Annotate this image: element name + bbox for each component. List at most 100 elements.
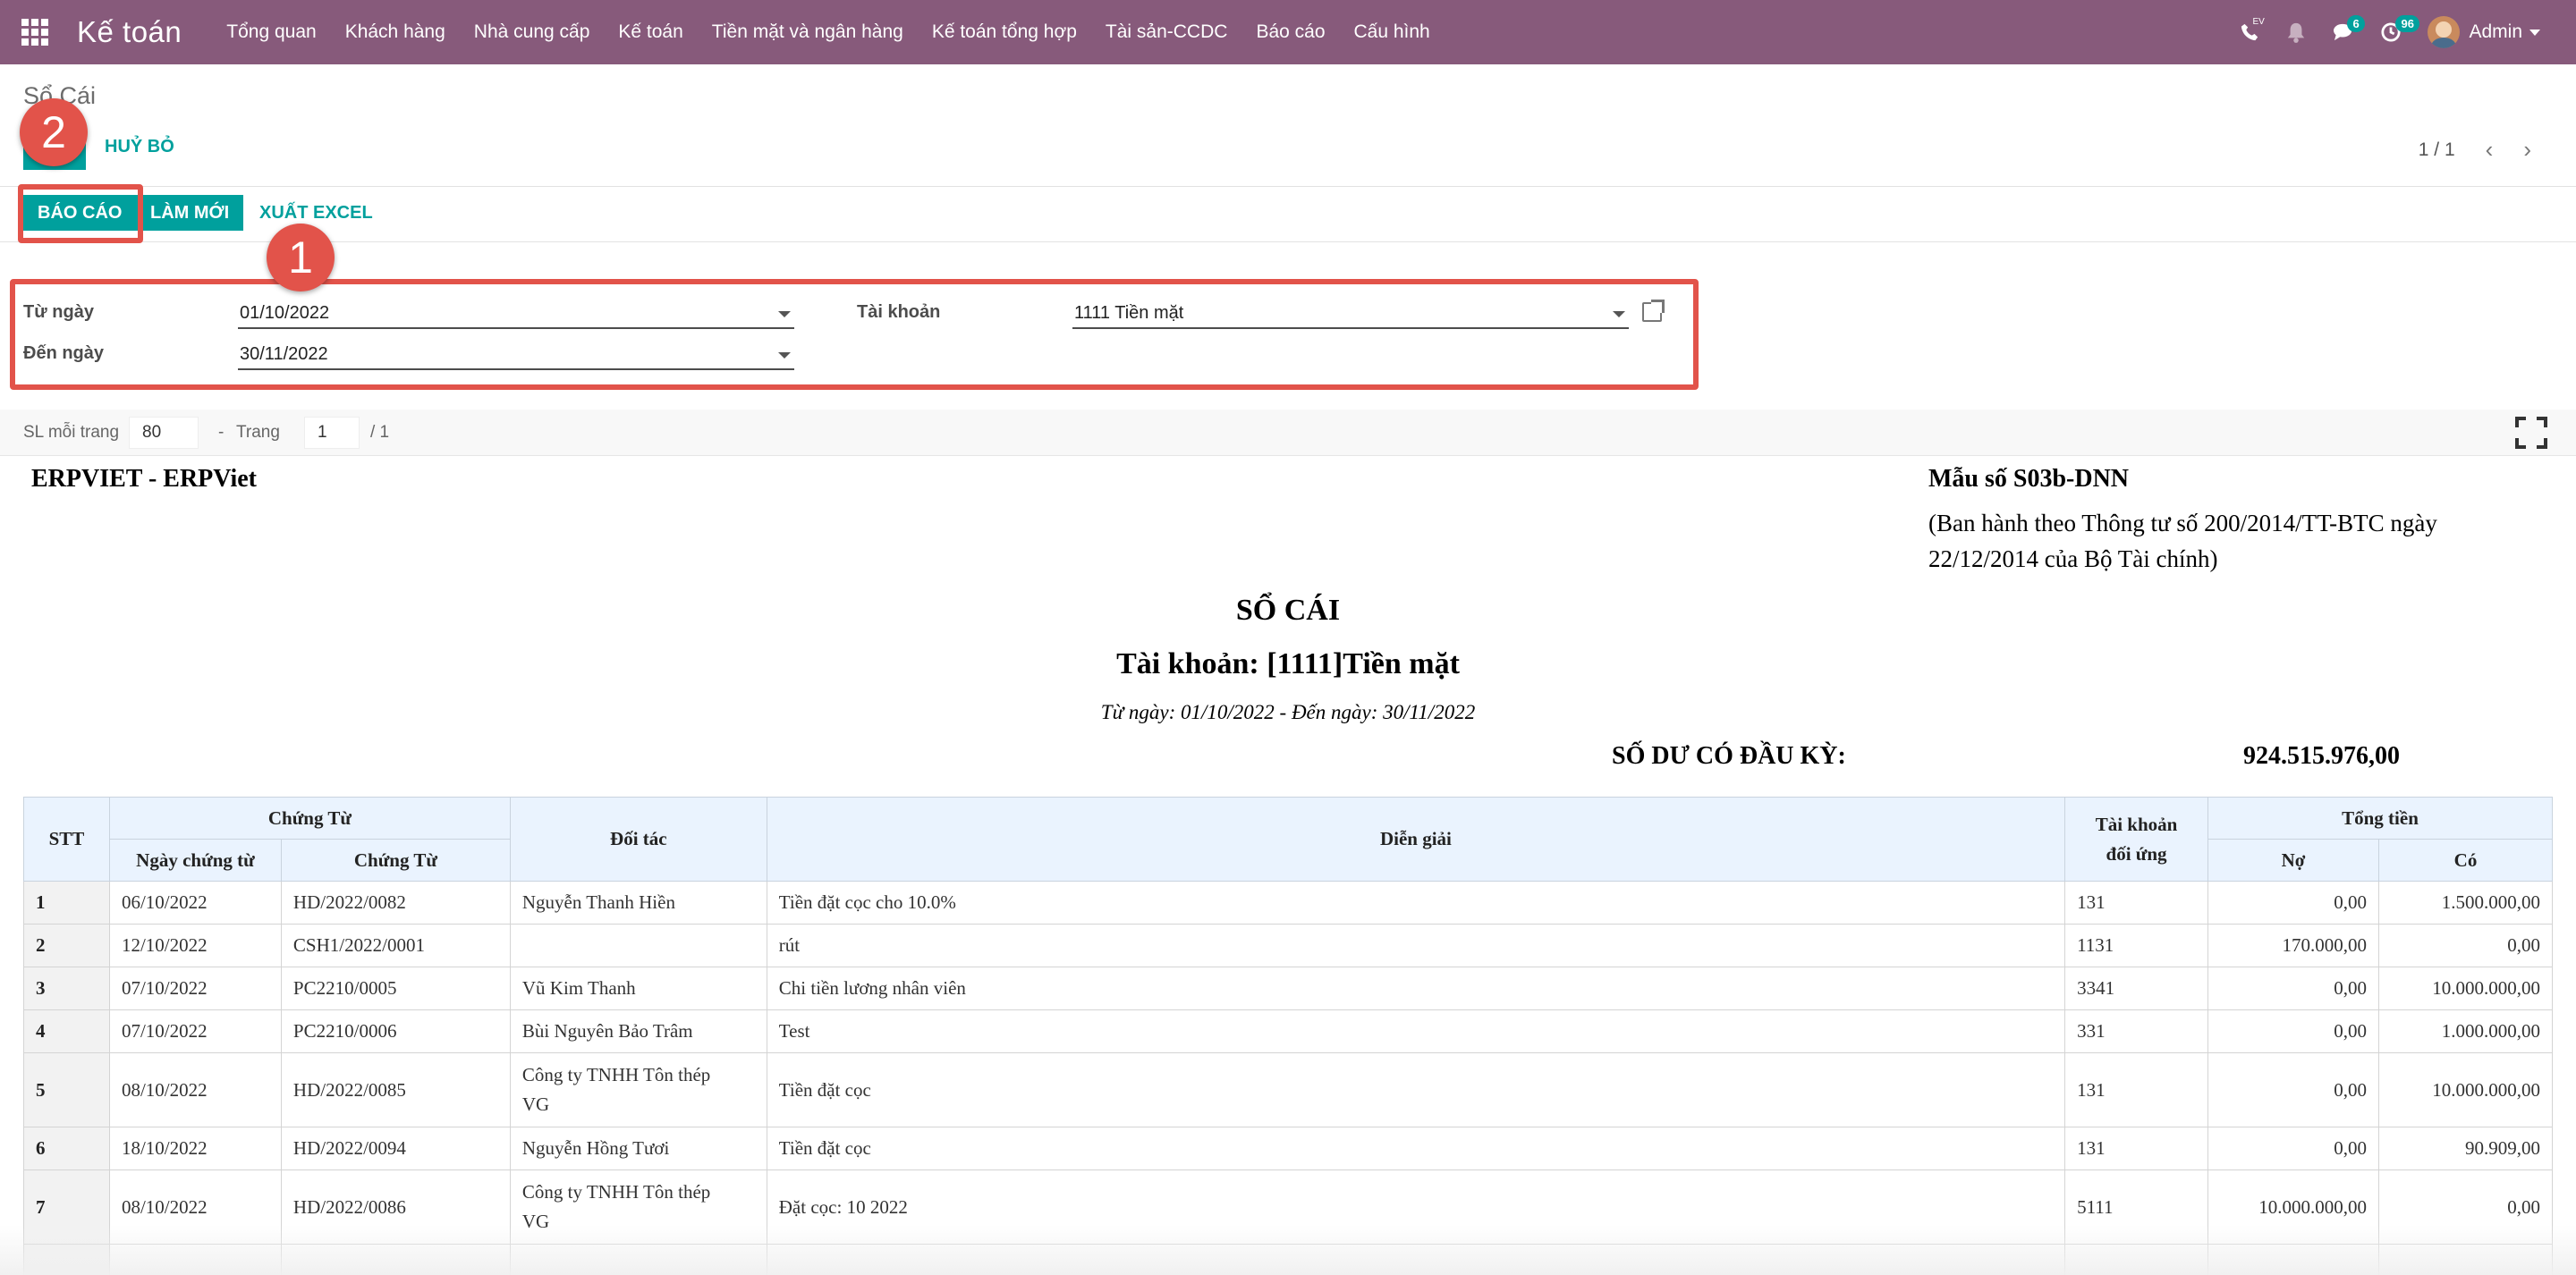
menu-item-vendors[interactable]: Nhà cung cấp bbox=[474, 21, 590, 43]
cell-description: Tiền đặt cọc bbox=[766, 1127, 2066, 1170]
cell-account: 131 bbox=[2064, 881, 2209, 925]
user-name: Admin bbox=[2469, 21, 2522, 42]
cell-description: Test bbox=[766, 1009, 2066, 1053]
page-total: / 1 bbox=[370, 423, 390, 442]
cell-credit: 1.500.000,00 bbox=[2377, 881, 2554, 925]
form-number: Mẫu số S03b-DNN bbox=[1928, 465, 2130, 493]
cell-debit: 0,00 bbox=[2207, 967, 2379, 1010]
messages-count-badge: 6 bbox=[2347, 15, 2365, 32]
menu-item-accounting[interactable]: Kế toán bbox=[618, 21, 682, 43]
chat-icon[interactable]: 6 bbox=[2333, 15, 2365, 42]
cell-partner: Công ty TNHH Tôn thép VG bbox=[509, 1052, 767, 1127]
cell-stt: 2 bbox=[23, 924, 110, 967]
fullscreen-icon[interactable] bbox=[2515, 417, 2547, 449]
discard-button[interactable]: HUỶ BỎ bbox=[105, 137, 174, 157]
cell-credit: 90.909,00 bbox=[2377, 1127, 2554, 1170]
table-row[interactable]: 6 18/10/2022 HD/2022/0094 Nguyễn Hồng Tư… bbox=[23, 1127, 2554, 1170]
cell-voucher: HD/2022/0082 bbox=[280, 881, 511, 925]
cell-credit: 10.000.000,00 bbox=[2377, 1052, 2554, 1127]
cell-voucher: HD/2022/0085 bbox=[280, 1052, 511, 1127]
cell-description: Chi tiền lương nhân viên bbox=[766, 967, 2066, 1010]
cell-debit: 170.000,00 bbox=[2207, 924, 2379, 967]
col-description: Diễn giải bbox=[766, 797, 2066, 882]
cell-debit: 0,00 bbox=[2207, 1052, 2379, 1127]
avatar bbox=[2428, 16, 2461, 48]
annotation-marker-2: 2 bbox=[20, 98, 88, 166]
annotation-marker-1: 1 bbox=[267, 224, 335, 291]
col-contra-line-2: đối ứng bbox=[2106, 842, 2167, 865]
cell-credit: 10.000.000,00 bbox=[2377, 967, 2554, 1010]
cell-partner bbox=[509, 924, 767, 967]
col-contra-account: Tài khoản đối ứng bbox=[2064, 797, 2209, 882]
cell-partner: Bùi Nguyên Bảo Trâm bbox=[509, 1009, 767, 1053]
menu-item-customers[interactable]: Khách hàng bbox=[345, 21, 445, 43]
divider bbox=[0, 186, 2576, 187]
cell-stt: 3 bbox=[23, 967, 110, 1010]
cell-partner: Vũ Kim Thanh bbox=[509, 967, 767, 1010]
clock-icon[interactable]: 96 bbox=[2381, 15, 2419, 42]
table-row[interactable]: 1 06/10/2022 HD/2022/0082 Nguyễn Thanh H… bbox=[23, 881, 2554, 925]
pager-value[interactable]: 1 / 1 bbox=[2419, 139, 2455, 161]
cell-date: 12/10/2022 bbox=[108, 924, 282, 967]
cell-date: 18/10/2022 bbox=[108, 1127, 282, 1170]
export-excel-button[interactable]: XUẤT EXCEL bbox=[245, 195, 387, 231]
report-period: Từ ngày: 01/10/2022 - Đến ngày: 30/11/20… bbox=[1100, 701, 1476, 723]
refresh-button[interactable]: LÀM MỚI bbox=[136, 195, 244, 231]
cell-stt: 6 bbox=[23, 1127, 110, 1170]
table-row[interactable]: 2 12/10/2022 CSH1/2022/0001 rút 1131 170… bbox=[23, 924, 2554, 967]
chevron-right-icon[interactable]: › bbox=[2523, 136, 2531, 164]
cell-account: 131 bbox=[2064, 1127, 2209, 1170]
cell-voucher: CSH1/2022/0001 bbox=[280, 924, 511, 967]
opening-balance-label: SỐ DƯ CÓ ĐẦU KỲ: bbox=[1612, 742, 1846, 770]
cell-partner-line-1: Công ty TNHH Tôn thép bbox=[521, 1181, 711, 1203]
menu-item-configuration[interactable]: Cấu hình bbox=[1354, 21, 1430, 43]
phone-label: EV bbox=[2252, 17, 2265, 27]
bottom-fade bbox=[0, 1225, 2576, 1275]
table-row[interactable]: 3 07/10/2022 PC2210/0005 Vũ Kim Thanh Ch… bbox=[23, 967, 2554, 1010]
page-input[interactable]: 1 bbox=[304, 417, 360, 449]
col-voucher-group: Chứng Từ bbox=[108, 797, 511, 840]
apps-menu-icon[interactable] bbox=[20, 17, 50, 47]
col-stt: STT bbox=[23, 797, 110, 882]
col-debit: Nợ bbox=[2207, 839, 2379, 882]
annotation-box-report-button bbox=[18, 184, 143, 243]
activities-count-badge: 96 bbox=[2395, 15, 2419, 32]
table-row[interactable]: 4 07/10/2022 PC2210/0006 Bùi Nguyên Bảo … bbox=[23, 1009, 2554, 1053]
top-navbar: Kế toán Tổng quan Khách hàng Nhà cung cấ… bbox=[0, 0, 2576, 64]
cell-voucher: PC2210/0006 bbox=[280, 1009, 511, 1053]
per-page-input[interactable]: 80 bbox=[129, 417, 199, 449]
cell-date: 08/10/2022 bbox=[108, 1052, 282, 1127]
col-total-group: Tổng tiền bbox=[2207, 797, 2553, 840]
menu-item-reports[interactable]: Báo cáo bbox=[1256, 21, 1325, 43]
cell-description: Tiền đặt cọc bbox=[766, 1052, 2066, 1127]
phone-icon[interactable]: EV bbox=[2240, 17, 2265, 42]
pagination-bar: SL mỗi trang 80 - Trang 1 / 1 bbox=[0, 410, 2576, 456]
menu-item-general-accounting[interactable]: Kế toán tổng hợp bbox=[932, 21, 1077, 43]
cell-description: Tiền đặt cọc cho 10.0% bbox=[766, 881, 2066, 925]
menu-item-assets[interactable]: Tài sản-CCDC bbox=[1106, 21, 1228, 43]
report-title: SỔ CÁI bbox=[1235, 594, 1341, 627]
account-title: Tài khoản: [1111]Tiền mặt bbox=[1116, 647, 1460, 680]
navbar-systray: EV 6 96 Admin bbox=[2213, 0, 2540, 64]
cell-stt: 5 bbox=[23, 1052, 110, 1127]
divider bbox=[0, 241, 2576, 242]
cell-debit: 0,00 bbox=[2207, 1009, 2379, 1053]
col-partner: Đối tác bbox=[509, 797, 767, 882]
cell-partner: Nguyễn Hồng Tươi bbox=[509, 1127, 767, 1170]
pagination-dash: - bbox=[218, 423, 225, 442]
cell-voucher: PC2210/0005 bbox=[280, 967, 511, 1010]
chevron-left-icon[interactable]: ‹ bbox=[2486, 136, 2494, 164]
cell-voucher: HD/2022/0094 bbox=[280, 1127, 511, 1170]
circular-line-2: 22/12/2014 của Bộ Tài chính) bbox=[1928, 545, 2218, 572]
app-brand[interactable]: Kế toán bbox=[77, 15, 182, 49]
user-menu[interactable]: Admin bbox=[2428, 16, 2540, 48]
page-label: Trang bbox=[236, 423, 280, 442]
record-pager: 1 / 1 ‹ › bbox=[2419, 136, 2531, 164]
menu-item-overview[interactable]: Tổng quan bbox=[226, 21, 316, 43]
table-row[interactable]: 5 08/10/2022 HD/2022/0085 Công ty TNHH T… bbox=[23, 1052, 2554, 1127]
cell-date: 07/10/2022 bbox=[108, 967, 282, 1010]
menu-item-cash-bank[interactable]: Tiền mặt và ngân hàng bbox=[712, 21, 903, 43]
cell-debit: 0,00 bbox=[2207, 881, 2379, 925]
bell-icon[interactable] bbox=[2286, 21, 2306, 43]
cell-partner: Nguyễn Thanh Hiền bbox=[509, 881, 767, 925]
